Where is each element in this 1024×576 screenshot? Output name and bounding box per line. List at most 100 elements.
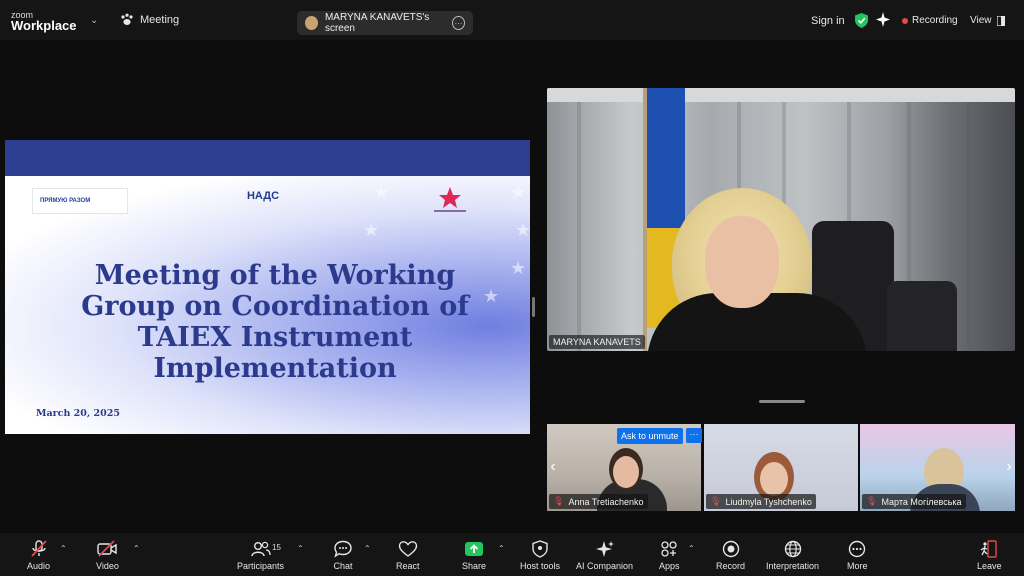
meeting-menu-button[interactable]: Meeting (120, 13, 179, 26)
ai-companion-sparkle-icon (595, 541, 614, 557)
participant-name: Марта Могілевська (881, 496, 962, 507)
paw-icon (121, 13, 133, 25)
ai-companion-button[interactable]: AI Companion (576, 540, 633, 571)
more-button[interactable]: More (847, 540, 868, 571)
participant-name-tag: 🎙 Liudmyla Tyshchenko (706, 494, 816, 509)
grid-view-icon (996, 15, 1005, 26)
star-person-logo (434, 187, 466, 212)
screen-share-indicator[interactable]: MARYNA KANAVETS's screen ··· (297, 11, 473, 35)
sign-in-link[interactable]: Sign in (811, 15, 845, 27)
leave-label: Leave (977, 561, 1002, 571)
audio-label: Audio (27, 561, 51, 571)
chevron-down-icon[interactable]: ⌄ (90, 15, 98, 26)
shield-check-icon[interactable] (855, 13, 868, 28)
speaker-name-tag: MARYNA KANAVETS (549, 335, 645, 349)
share-button[interactable]: Share (462, 540, 486, 571)
participants-icon (250, 541, 271, 557)
meeting-label: Meeting (140, 13, 180, 26)
globe-icon (784, 540, 801, 558)
avatar (305, 16, 318, 30)
interpretation-label: Interpretation (766, 561, 820, 571)
apps-options-caret[interactable]: ⌃ (688, 544, 695, 553)
record-dot-icon (902, 17, 908, 24)
chat-button[interactable]: Chat (333, 540, 353, 571)
more-label: More (847, 561, 868, 571)
partner-logo-pryamuyu-razom: ПРЯМУЮ РАЗОМ (32, 188, 128, 214)
leave-button[interactable]: Leave (977, 540, 1002, 571)
eu-star-icon: ★ (510, 258, 527, 278)
record-button[interactable]: Record (716, 540, 745, 571)
heart-icon (398, 541, 417, 557)
share-screen-icon (465, 542, 484, 556)
mic-muted-icon (30, 540, 47, 557)
audio-options-caret[interactable]: ⌃ (60, 544, 67, 553)
shield-icon (532, 540, 548, 558)
view-button[interactable]: View (970, 15, 1005, 26)
participant-name-tag: 🎙 Марта Могілевська (862, 494, 966, 509)
participant-face (760, 462, 788, 496)
shared-screen-slide[interactable]: ★ ★ ★ ★ ★ ★ ПРЯМУЮ РАЗОМ НАДС Meeting of… (5, 140, 530, 434)
video-label: Video (96, 561, 119, 571)
chevron-right-icon[interactable]: › (1003, 457, 1015, 477)
slide-date: March 20, 2025 (36, 408, 120, 419)
eu-star-icon: ★ (515, 220, 530, 240)
resize-handle[interactable] (759, 400, 805, 403)
ai-companion-label: AI Companion (576, 561, 634, 571)
ask-to-unmute-more-button[interactable]: ··· (686, 428, 702, 443)
more-options-icon[interactable]: ··· (451, 16, 465, 30)
eu-star-icon: ★ (510, 182, 527, 202)
participant-name-tag: 🎙 Anna Tretiachenko (549, 494, 648, 509)
split-view-divider[interactable] (532, 297, 535, 317)
video-button[interactable]: Video (96, 540, 119, 571)
eu-star-icon: ★ (363, 220, 380, 240)
audio-button[interactable]: Audio (27, 540, 50, 571)
ukraine-flag (647, 88, 685, 228)
participant-tile[interactable]: 🎙 Liudmyla Tyshchenko (704, 424, 858, 511)
participant-face (613, 456, 639, 488)
share-options-caret[interactable]: ⌃ (498, 544, 505, 553)
slide-title: Meeting of the Working Group on Coordina… (81, 260, 469, 384)
slide-header-band (5, 140, 530, 176)
brand-bottom: Workplace (11, 18, 77, 33)
logo1-title: ПРЯМУЮ РАЗОМ (40, 197, 91, 204)
chat-label: Chat (333, 561, 353, 571)
office-chair (887, 281, 957, 351)
logo2-title: НАДС (246, 190, 280, 202)
curtain-fold (577, 102, 581, 351)
more-icon (849, 540, 866, 558)
mic-muted-icon: 🎙 (553, 496, 565, 506)
meeting-toolbar: Audio ⌃ Video ⌃ Participants 15 ⌃ Chat ⌃ (0, 533, 1024, 576)
interpretation-button[interactable]: Interpretation (766, 540, 819, 571)
chevron-left-icon[interactable]: ‹ (547, 457, 559, 477)
ceiling (547, 88, 1015, 102)
mic-muted-icon: 🎙 (866, 496, 878, 506)
participants-label: Participants (237, 561, 285, 571)
ai-sparkle-icon[interactable] (876, 12, 890, 27)
speaker-video[interactable]: MARYNA KANAVETS (547, 88, 1015, 351)
apps-button[interactable]: Apps (659, 540, 680, 571)
participant-thumbnails: 🎙 Anna Tretiachenko 🎙 Liudmyla Tyshchenk… (547, 424, 1015, 511)
leave-door-icon (980, 540, 997, 558)
participants-options-caret[interactable]: ⌃ (297, 544, 304, 553)
top-bar: zoom Workplace ⌄ Meeting MARYNA KANAVETS… (0, 0, 1024, 40)
ask-to-unmute-button[interactable]: Ask to unmute (617, 428, 683, 444)
react-button[interactable]: React (396, 540, 420, 571)
chat-options-caret[interactable]: ⌃ (364, 544, 371, 553)
video-off-icon (97, 540, 118, 557)
eu-star-icon: ★ (373, 182, 390, 202)
participant-name: Liudmyla Tyshchenko (725, 496, 812, 507)
curtain-fold (967, 102, 971, 351)
participants-count: 15 (272, 543, 281, 552)
speaker-face (705, 216, 779, 308)
chat-icon (334, 540, 352, 558)
participant-name: Anna Tretiachenko (568, 496, 644, 507)
nads-logo: НАДС (233, 190, 293, 204)
host-tools-button[interactable]: Host tools (520, 540, 560, 571)
eu-star-icon: ★ (483, 286, 500, 306)
share-label: Share (462, 561, 487, 571)
screen-share-label: MARYNA KANAVETS's screen (324, 12, 430, 34)
video-options-caret[interactable]: ⌃ (133, 544, 140, 553)
recording-indicator[interactable]: Recording (902, 15, 958, 26)
zoom-logo: zoom Workplace (11, 10, 77, 33)
participant-tile[interactable]: 🎙 Марта Могілевська (860, 424, 1015, 511)
